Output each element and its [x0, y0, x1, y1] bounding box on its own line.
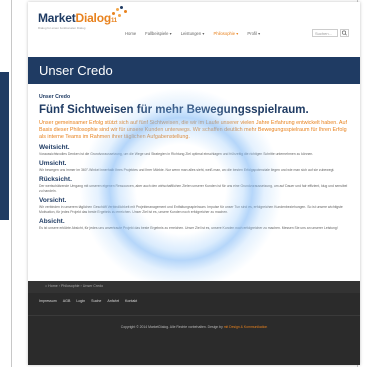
- main-content: Unser Credo Fünf Sichtweisen für mehr Be…: [39, 94, 351, 231]
- search-button[interactable]: [340, 29, 349, 37]
- site-footer: ⌂ Home › Philosophie › Unser Credo Impre…: [28, 281, 360, 365]
- footer-link-impressum[interactable]: Impressum: [39, 299, 57, 303]
- section-text-vorsicht: Wir verbinden in unserem täglichen Gesch…: [39, 205, 343, 214]
- nav-item-profil[interactable]: Profil ▾: [247, 31, 260, 36]
- nav-item-leistungen[interactable]: Leistungen ▾: [181, 31, 205, 36]
- content-title: Unser Credo: [39, 94, 71, 100]
- page-banner: Unser Credo: [28, 57, 360, 84]
- section-title-absicht: Absicht.: [39, 218, 65, 225]
- nav-item-philosophie[interactable]: Philosophie ▾: [213, 31, 238, 36]
- search-icon: [341, 30, 347, 36]
- site-tagline: Dialog fur einen funktionalen Dialog: [38, 26, 86, 30]
- left-edge-panel: [0, 72, 9, 220]
- intro-text: Unser gemeinsamer Erfolg stützt sich auf…: [39, 120, 348, 140]
- section-title-weitsicht: Weitsicht.: [39, 144, 70, 151]
- section-text-umsicht: Wir bewegen uns immer im 360°-Winkel inn…: [39, 168, 335, 172]
- content-headline: Fünf Sichtweisen für mehr Bewegungsspiel…: [39, 104, 309, 116]
- footer-links: Impressum AGB Login Suche Anfahrt Kontak…: [39, 299, 137, 303]
- footer-link-kontakt[interactable]: Kontakt: [125, 299, 137, 303]
- page-title: Unser Credo: [39, 63, 113, 78]
- footer-link-suche[interactable]: Suche: [91, 299, 101, 303]
- footer-link-anfahrt[interactable]: Anfahrt: [107, 299, 119, 303]
- logo-accent: Dialog: [75, 11, 111, 25]
- logo-main: Market: [38, 11, 76, 25]
- nav-item-fallbeispiele[interactable]: Fallbeispiele ▾: [145, 31, 172, 36]
- main-nav: Home Fallbeispiele ▾ Leistungen ▾ Philos…: [125, 31, 260, 36]
- footer-divider: [28, 315, 360, 316]
- nav-item-home[interactable]: Home: [125, 31, 136, 36]
- section-title-ruecksicht: Rücksicht.: [39, 176, 72, 183]
- section-text-ruecksicht: Der wertschätzende Umgang mit unseren ei…: [39, 184, 348, 193]
- section-title-vorsicht: Vorsicht.: [39, 197, 67, 204]
- footer-link-login[interactable]: Login: [76, 299, 85, 303]
- footer-link-agb[interactable]: AGB: [63, 299, 71, 303]
- section-text-absicht: Es ist unsere erklärte Absicht, für jede…: [39, 226, 338, 230]
- website-page: MarketDialog11 Dialog fur einen funktion…: [28, 2, 360, 365]
- section-title-umsicht: Umsicht.: [39, 160, 67, 167]
- designer-link[interactable]: mit Design & Kommunikation: [224, 325, 268, 329]
- copyright-text: Copyright © 2014 MarketDialog. Alle Rech…: [28, 325, 360, 329]
- footer-breadcrumb-bar: ⌂ Home › Philosophie › Unser Credo: [28, 281, 360, 293]
- breadcrumb[interactable]: ⌂ Home › Philosophie › Unser Credo: [45, 284, 103, 288]
- left-divider: [11, 0, 12, 367]
- search-input[interactable]: Suchen...: [312, 29, 338, 37]
- site-header: MarketDialog11 Dialog fur einen funktion…: [28, 2, 360, 44]
- site-logo[interactable]: MarketDialog11: [38, 11, 117, 25]
- logo-dots-icon: [112, 6, 128, 20]
- section-text-weitsicht: Voraussichtsvolles Denken ist die Grundv…: [39, 152, 314, 156]
- copyright-label: Copyright © 2014 MarketDialog. Alle Rech…: [120, 325, 223, 329]
